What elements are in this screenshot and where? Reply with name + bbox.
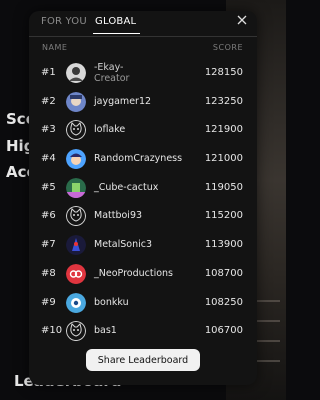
leaderboard-panel: FOR YOU GLOBAL NAME SCORE #1 -Ekay- Crea…: [29, 11, 257, 385]
score: 121000: [204, 153, 243, 165]
avatar: [66, 292, 86, 313]
score: 115200: [204, 210, 243, 222]
score: 108250: [204, 296, 243, 308]
active-tab-indicator: [93, 33, 140, 34]
avatar: [66, 235, 86, 256]
player-name: _Cube-cactux: [94, 181, 159, 193]
score: 128150: [204, 67, 243, 78]
avatar: [66, 321, 86, 342]
leaderboard-row[interactable]: #7 MetalSonic3 113900: [29, 231, 257, 260]
leaderboard-list: #1 -Ekay- Creator 128150 #2 jaygamer12 1…: [29, 59, 257, 346]
avatar: [66, 149, 86, 170]
avatar: [66, 263, 86, 284]
close-button[interactable]: [235, 15, 249, 29]
rank: #7: [41, 239, 56, 251]
score: 113900: [204, 239, 243, 251]
score: 121900: [204, 124, 243, 136]
avatar: [66, 63, 86, 83]
player-name: bas1: [94, 325, 117, 337]
leaderboard-row[interactable]: #5 _Cube-cactux 119050: [29, 174, 257, 203]
leaderboard-row[interactable]: #3 loflake 121900: [29, 116, 257, 145]
tab-bar: FOR YOU GLOBAL: [29, 11, 257, 37]
score: 108700: [204, 267, 243, 279]
player-name: Mattboi93: [94, 210, 143, 222]
leaderboard-row[interactable]: #1 -Ekay- Creator 128150: [29, 59, 257, 88]
player-name: jaygamer12: [94, 95, 152, 107]
rank: #5: [41, 181, 56, 193]
rank: #4: [41, 153, 56, 165]
rank: #9: [41, 296, 56, 308]
player-name: loflake: [94, 124, 126, 136]
rank: #8: [41, 267, 56, 279]
player-name: bonkku: [94, 296, 129, 308]
score: 106700: [204, 325, 243, 337]
avatar: [66, 206, 86, 227]
column-header-score: SCORE: [212, 43, 243, 52]
score: 119050: [204, 181, 243, 193]
rank: #3: [41, 124, 56, 136]
rank: #2: [41, 95, 56, 107]
column-header-name: NAME: [42, 43, 68, 52]
player-name: RandomCrazyness: [94, 153, 183, 165]
tab-global[interactable]: GLOBAL: [95, 16, 136, 27]
leaderboard-row[interactable]: #4 RandomCrazyness 121000: [29, 145, 257, 174]
leaderboard-row[interactable]: #6 Mattboi93 115200: [29, 202, 257, 231]
rank: #6: [41, 210, 56, 222]
avatar: [66, 177, 86, 198]
player-name: _NeoProductions: [94, 267, 174, 279]
leaderboard-row[interactable]: #2 jaygamer12 123250: [29, 88, 257, 117]
rank: #1: [41, 67, 56, 78]
tab-for-you[interactable]: FOR YOU: [41, 16, 87, 27]
rank: #10: [41, 325, 63, 337]
divider: [29, 36, 257, 37]
player-name: -Ekay-: [94, 62, 124, 73]
score: 123250: [204, 95, 243, 107]
player-name: MetalSonic3: [94, 239, 152, 251]
player-role: Creator: [94, 73, 130, 84]
close-icon: [237, 15, 247, 25]
avatar: [66, 120, 86, 141]
avatar: [66, 91, 86, 112]
leaderboard-row[interactable]: #8 _NeoProductions 108700: [29, 260, 257, 289]
share-leaderboard-button[interactable]: Share Leaderboard: [86, 349, 200, 371]
leaderboard-row[interactable]: #9 bonkku 108250: [29, 289, 257, 318]
leaderboard-row[interactable]: #10 bas1 106700: [29, 317, 257, 346]
